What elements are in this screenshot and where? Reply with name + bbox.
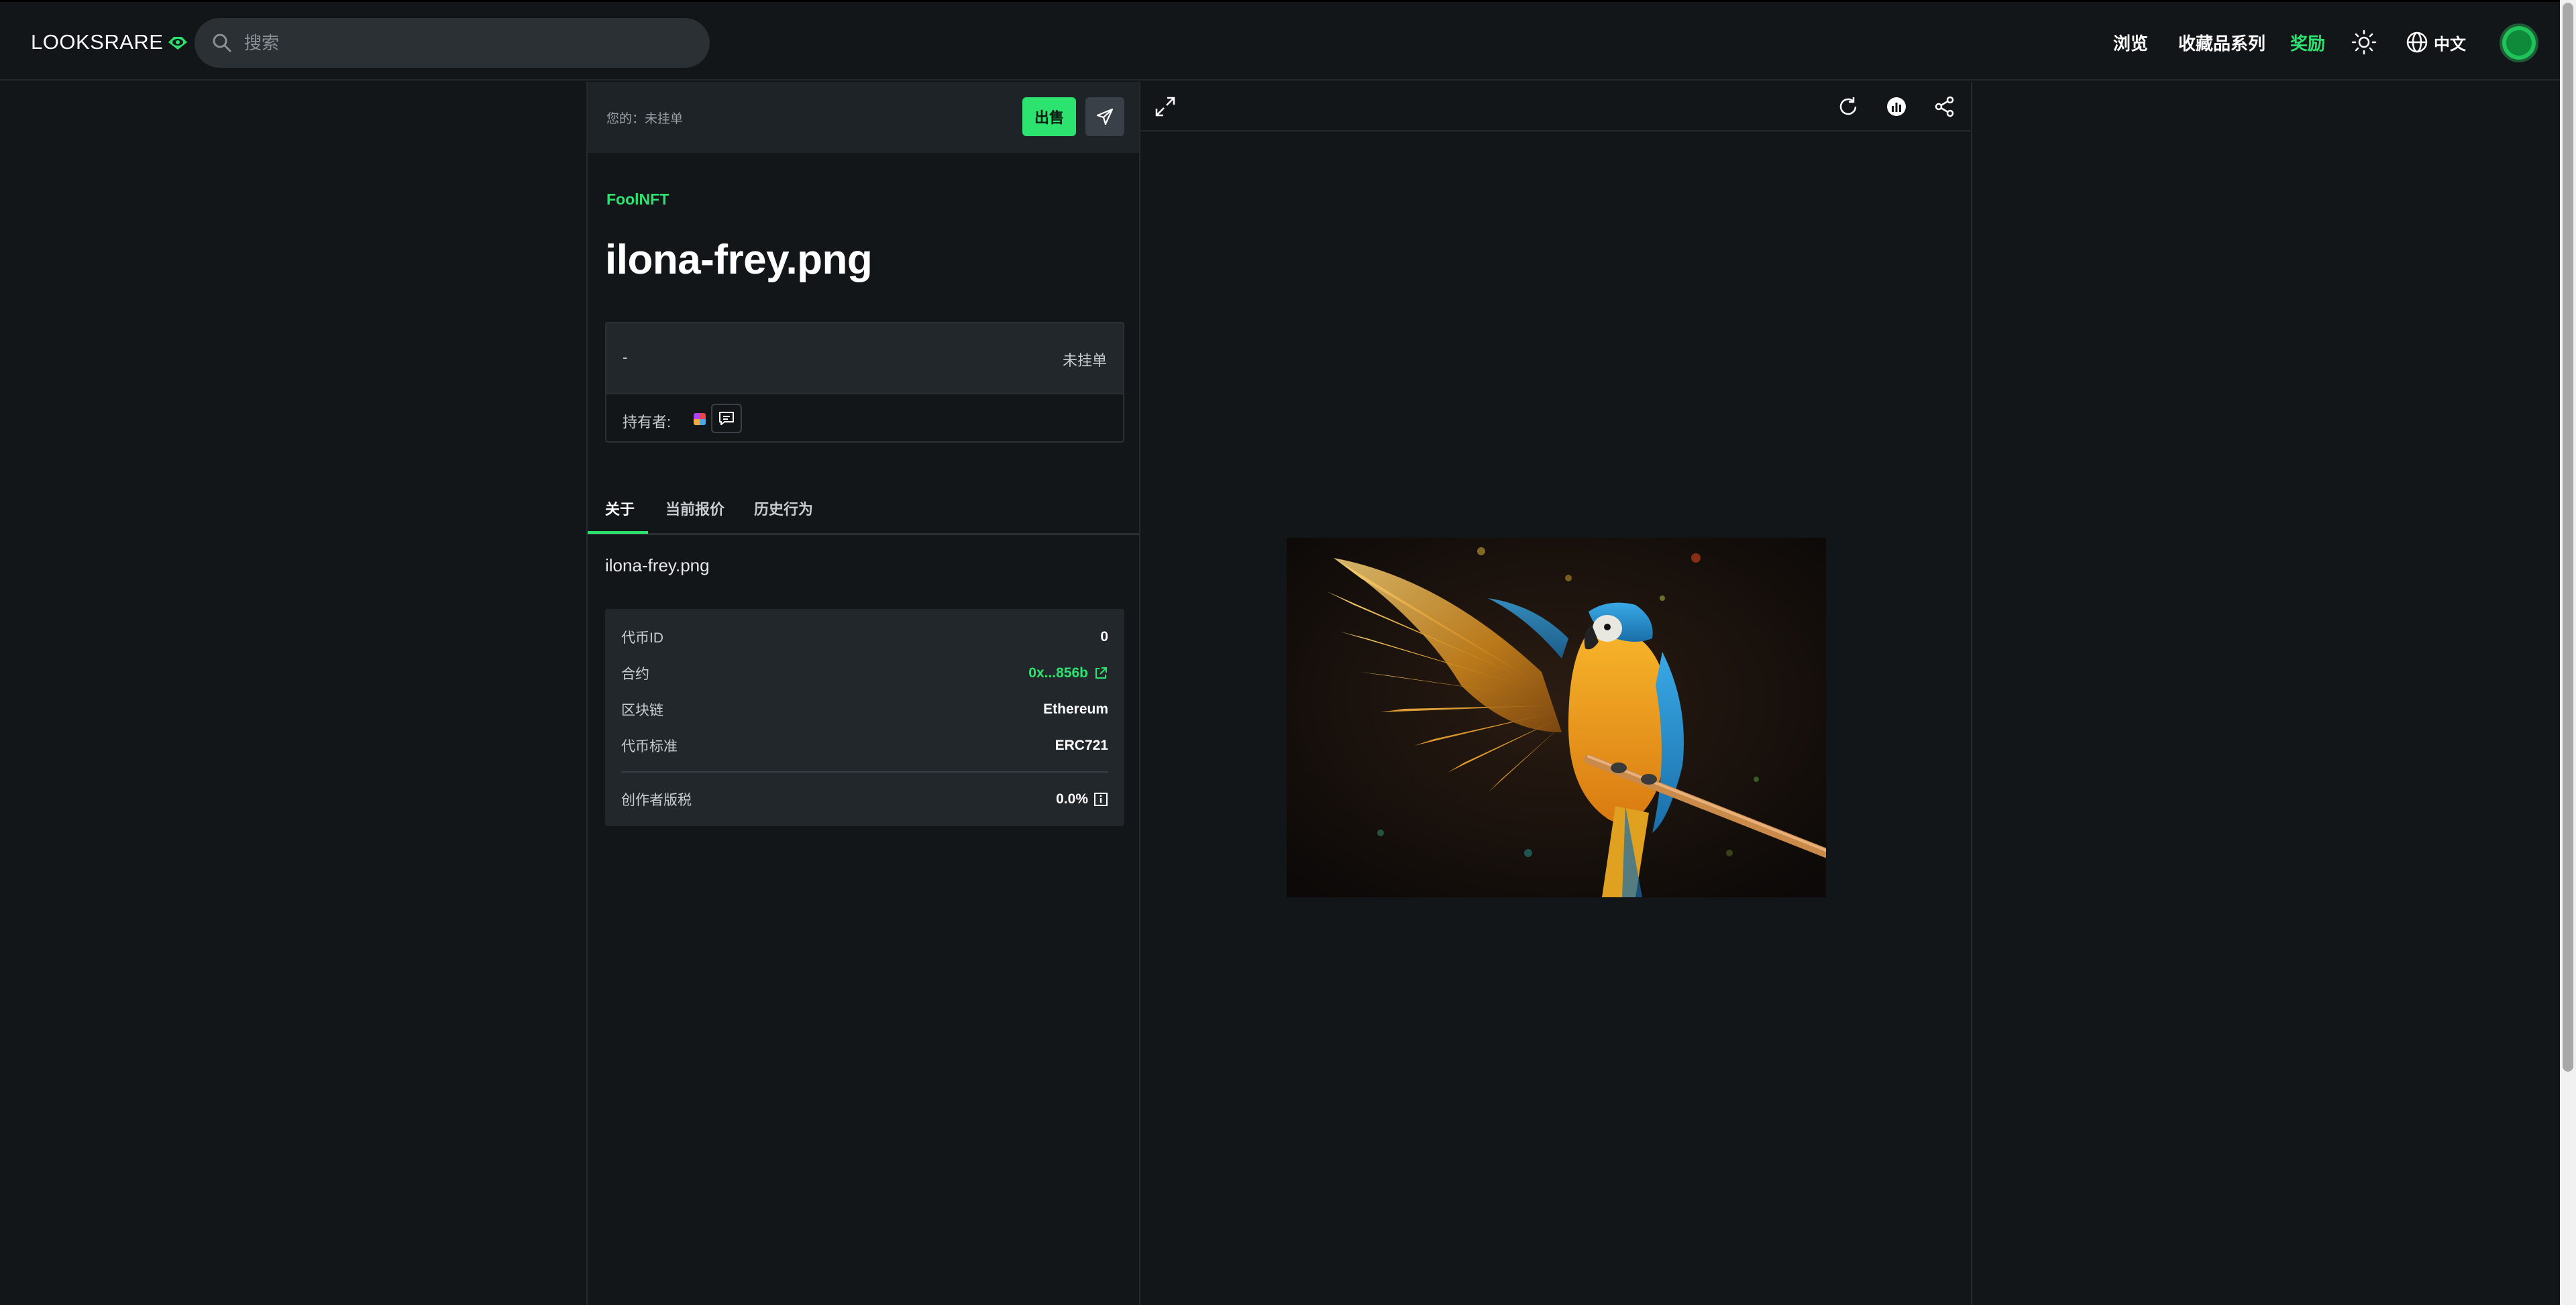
contract-link[interactable]: 0x...856b [1028, 665, 1108, 681]
holder-label: 持有者: [623, 414, 672, 431]
holder-avatar[interactable] [694, 413, 706, 425]
royalty-label: 创作者版税 [621, 793, 692, 808]
standard-label: 代币标准 [621, 739, 678, 754]
language-label: 中文 [2434, 35, 2466, 54]
tab-offers[interactable]: 当前报价 [665, 481, 724, 535]
looksrare-logo[interactable]: LOOKSRARE [31, 27, 189, 57]
contract-label: 合约 [621, 667, 649, 682]
theme-toggle-button[interactable] [2351, 29, 2377, 56]
price-value: - [623, 349, 628, 365]
chart-icon [1887, 97, 1906, 116]
scrollbar-thumb[interactable] [2563, 3, 2573, 1072]
share-button[interactable] [1928, 90, 1962, 123]
tab-history[interactable]: 历史行为 [754, 481, 813, 535]
transfer-button[interactable] [1085, 97, 1124, 136]
royalty-value: 0.0% [1056, 791, 1088, 807]
media-toolbar [1140, 82, 1971, 131]
sun-icon [2351, 30, 2377, 55]
holder-row: 持有者: [606, 393, 1123, 441]
token-details-card: 代币ID 0 合约 0x...856b 区块链 Ethereum 代币标准 ER… [605, 609, 1124, 826]
item-description: ilona-frey.png [605, 555, 710, 575]
message-holder-button[interactable] [711, 404, 742, 433]
listing-status: 未挂单 [1062, 352, 1107, 369]
refresh-metadata-button[interactable] [1831, 90, 1865, 123]
tab-about[interactable]: 关于 [605, 481, 635, 535]
expand-icon [1155, 97, 1175, 117]
language-selector[interactable]: 中文 [2406, 29, 2466, 56]
eye-logo-icon [168, 37, 188, 50]
expand-button[interactable] [1148, 90, 1182, 123]
search-icon [213, 34, 231, 52]
logo-text: LOOKSRARE [31, 30, 164, 54]
royalty-value-group: 0.0% [1056, 791, 1108, 807]
stats-button[interactable] [1880, 90, 1913, 123]
media-viewer [1140, 82, 1972, 1305]
chain-value: Ethereum [1043, 701, 1108, 717]
contract-address: 0x...856b [1028, 665, 1088, 681]
chat-icon [719, 412, 734, 425]
share-icon [1935, 96, 1954, 117]
price-box: - 未挂单 持有者: [605, 322, 1124, 443]
nav-rewards-link[interactable]: 奖励 [2290, 27, 2325, 57]
page-title: ilona-frey.png [605, 237, 873, 283]
collection-link[interactable]: FoolNFT [606, 190, 669, 209]
standard-value: ERC721 [1055, 738, 1108, 753]
info-icon[interactable] [1093, 792, 1108, 807]
search-input[interactable] [244, 32, 674, 54]
price-row: - 未挂单 [606, 323, 1123, 393]
send-icon [1096, 108, 1114, 125]
nav-collections-link[interactable]: 收藏品系列 [2178, 27, 2265, 57]
refresh-icon [1839, 97, 1857, 115]
chain-label: 区块链 [621, 703, 663, 718]
user-avatar[interactable] [2500, 23, 2538, 62]
token-id-row: 代币ID 0 [621, 624, 1108, 650]
token-id-label: 代币ID [621, 630, 663, 646]
nft-image[interactable] [1287, 538, 1826, 897]
contract-row: 合约 0x...856b [621, 660, 1108, 687]
owner-action-bar: 您的：未挂单 出售 [588, 82, 1139, 153]
sell-button[interactable]: 出售 [1022, 97, 1076, 136]
chain-row: 区块链 Ethereum [621, 696, 1108, 723]
active-tab-indicator [588, 531, 648, 534]
owner-listing-status: 您的：未挂单 [606, 112, 684, 126]
globe-icon [2406, 32, 2428, 53]
standard-row: 代币标准 ERC721 [621, 732, 1108, 759]
top-navigation-bar: LOOKSRARE 浏览 收藏品系列 奖励 [0, 0, 2560, 80]
token-id-value: 0 [1100, 629, 1108, 644]
search-bar[interactable] [195, 18, 710, 68]
item-details-panel: 您的：未挂单 出售 FoolNFT ilona-frey.png - 未挂单 持… [586, 82, 1140, 1305]
page-scrollbar[interactable] [2560, 0, 2576, 1305]
royalty-row: 创作者版税 0.0% [621, 786, 1108, 813]
details-tabs: 关于 当前报价 历史行为 [588, 481, 1139, 535]
external-link-icon [1095, 667, 1107, 679]
details-divider [621, 771, 1108, 773]
nav-browse-link[interactable]: 浏览 [2113, 27, 2148, 57]
